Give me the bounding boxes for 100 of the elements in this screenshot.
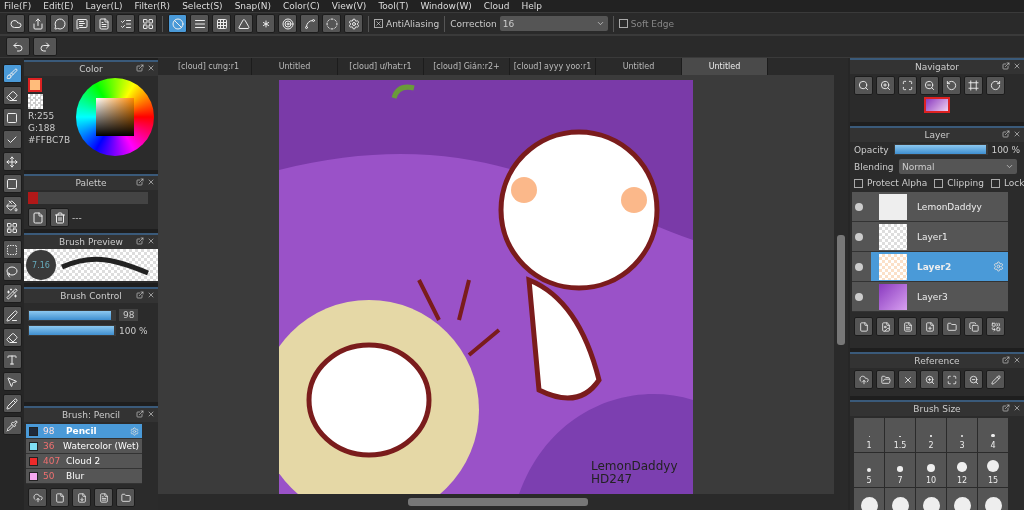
color-swatch[interactable]: [28, 78, 42, 92]
tool-button[interactable]: [2, 284, 22, 303]
tool-button[interactable]: [2, 108, 22, 127]
navigator-button[interactable]: [964, 76, 983, 95]
checkbox[interactable]: [854, 178, 863, 188]
palette-swatch[interactable]: [28, 192, 148, 204]
layer-action-button[interactable]: [854, 317, 873, 336]
checkbox[interactable]: [934, 178, 944, 188]
document-tab[interactable]: Untitled: [682, 58, 768, 75]
tool-button[interactable]: [2, 416, 22, 435]
navigator-button[interactable]: [920, 76, 939, 95]
tool-button[interactable]: [2, 350, 22, 369]
snap-button[interactable]: [190, 14, 209, 33]
snap-button[interactable]: [322, 14, 341, 33]
menu-item[interactable]: File(F): [0, 0, 40, 12]
close-icon[interactable]: [147, 178, 155, 186]
snap-button[interactable]: [344, 14, 363, 33]
layer-row[interactable]: Layer3: [852, 282, 1008, 312]
popout-icon[interactable]: [136, 291, 144, 299]
brush-size-option[interactable]: 1: [854, 418, 884, 452]
layer-item[interactable]: Layer3: [871, 282, 1008, 311]
popout-icon[interactable]: [1002, 130, 1010, 138]
popout-icon[interactable]: [136, 178, 144, 186]
popout-icon[interactable]: [1002, 62, 1010, 70]
toolbar-button[interactable]: [50, 14, 69, 33]
toolbar-button[interactable]: [94, 14, 113, 33]
menu-item[interactable]: View(V): [327, 0, 375, 12]
layer-action-button[interactable]: [876, 317, 895, 336]
brush-size-option[interactable]: 12: [947, 453, 977, 487]
close-icon[interactable]: [147, 410, 155, 418]
reference-button[interactable]: [986, 370, 1005, 389]
close-icon[interactable]: [1013, 356, 1021, 364]
layer-action-button[interactable]: [920, 317, 939, 336]
navigator-button[interactable]: [942, 76, 961, 95]
tool-button[interactable]: [2, 152, 22, 171]
reference-button[interactable]: [854, 370, 873, 389]
layer-item[interactable]: Layer1: [871, 222, 1008, 251]
reference-button[interactable]: [876, 370, 895, 389]
close-icon[interactable]: [1013, 130, 1021, 138]
brush-action-button[interactable]: [28, 488, 47, 507]
menu-item[interactable]: Cloud: [479, 0, 518, 12]
reference-button[interactable]: [942, 370, 961, 389]
layer-action-button[interactable]: [964, 317, 983, 336]
menu-item[interactable]: Edit(E): [39, 0, 82, 12]
toolbar-button[interactable]: [72, 14, 91, 33]
transparent-swatch[interactable]: [28, 94, 43, 109]
tool-button[interactable]: [2, 174, 22, 193]
tool-button[interactable]: [2, 196, 22, 215]
brush-size-option[interactable]: 15: [978, 453, 1008, 487]
scrollbar-thumb[interactable]: [408, 498, 588, 506]
tool-button[interactable]: [2, 240, 22, 259]
brush-item[interactable]: 36 Watercolor (Wet): [26, 439, 142, 454]
visibility-dot[interactable]: [855, 262, 863, 271]
menu-item[interactable]: Snap(N): [230, 0, 280, 12]
tool-button[interactable]: [2, 86, 22, 105]
layer-row[interactable]: LemonDaddyy: [852, 192, 1008, 222]
snap-button[interactable]: [278, 14, 297, 33]
snap-button[interactable]: [300, 14, 319, 33]
brush-size-option[interactable]: 4: [978, 418, 1008, 452]
close-icon[interactable]: [1013, 62, 1021, 70]
menu-item[interactable]: Window(W): [416, 0, 480, 12]
menu-item[interactable]: Layer(L): [81, 0, 131, 12]
snap-button[interactable]: [234, 14, 253, 33]
navigator-button[interactable]: [876, 76, 895, 95]
tool-button[interactable]: [2, 394, 22, 413]
new-palette-button[interactable]: [28, 208, 47, 227]
menu-item[interactable]: Select(S): [178, 0, 231, 12]
size-slider[interactable]: [28, 309, 116, 321]
layer-item[interactable]: LemonDaddyy: [871, 192, 1008, 221]
checkbox[interactable]: [374, 19, 383, 28]
visibility-dot[interactable]: [855, 232, 863, 241]
brush-item[interactable]: 50 Blur: [26, 469, 142, 484]
popout-icon[interactable]: [136, 410, 144, 418]
brush-size-option[interactable]: 3: [947, 418, 977, 452]
brush-action-button[interactable]: [94, 488, 113, 507]
menu-item[interactable]: Help: [517, 0, 551, 12]
checkbox[interactable]: [618, 19, 628, 28]
snap-button[interactable]: [256, 14, 275, 33]
layer-row[interactable]: Layer1: [852, 222, 1008, 252]
tool-button[interactable]: [2, 130, 22, 149]
close-icon[interactable]: [147, 237, 155, 245]
popout-icon[interactable]: [136, 64, 144, 72]
navigator-button[interactable]: [854, 76, 873, 95]
navigator-button[interactable]: [986, 76, 1005, 95]
visibility-dot[interactable]: [855, 292, 863, 301]
menu-item[interactable]: Color(C): [279, 0, 328, 12]
tool-button[interactable]: [2, 64, 22, 83]
toolbar-button[interactable]: [138, 14, 157, 33]
brush-item[interactable]: 407 Cloud 2: [26, 454, 142, 469]
reference-button[interactable]: [920, 370, 939, 389]
blending-dropdown[interactable]: Normal: [899, 159, 1017, 174]
tool-button[interactable]: [2, 306, 22, 325]
menu-item[interactable]: Tool(T): [374, 0, 417, 12]
brush-size-option[interactable]: 5: [854, 453, 884, 487]
brush-action-button[interactable]: [116, 488, 135, 507]
popout-icon[interactable]: [1002, 404, 1010, 412]
delete-button[interactable]: [50, 208, 69, 227]
correction-dropdown[interactable]: 16: [499, 16, 608, 31]
brush-size-option[interactable]: 2: [916, 418, 946, 452]
scrollbar-thumb[interactable]: [837, 235, 845, 345]
